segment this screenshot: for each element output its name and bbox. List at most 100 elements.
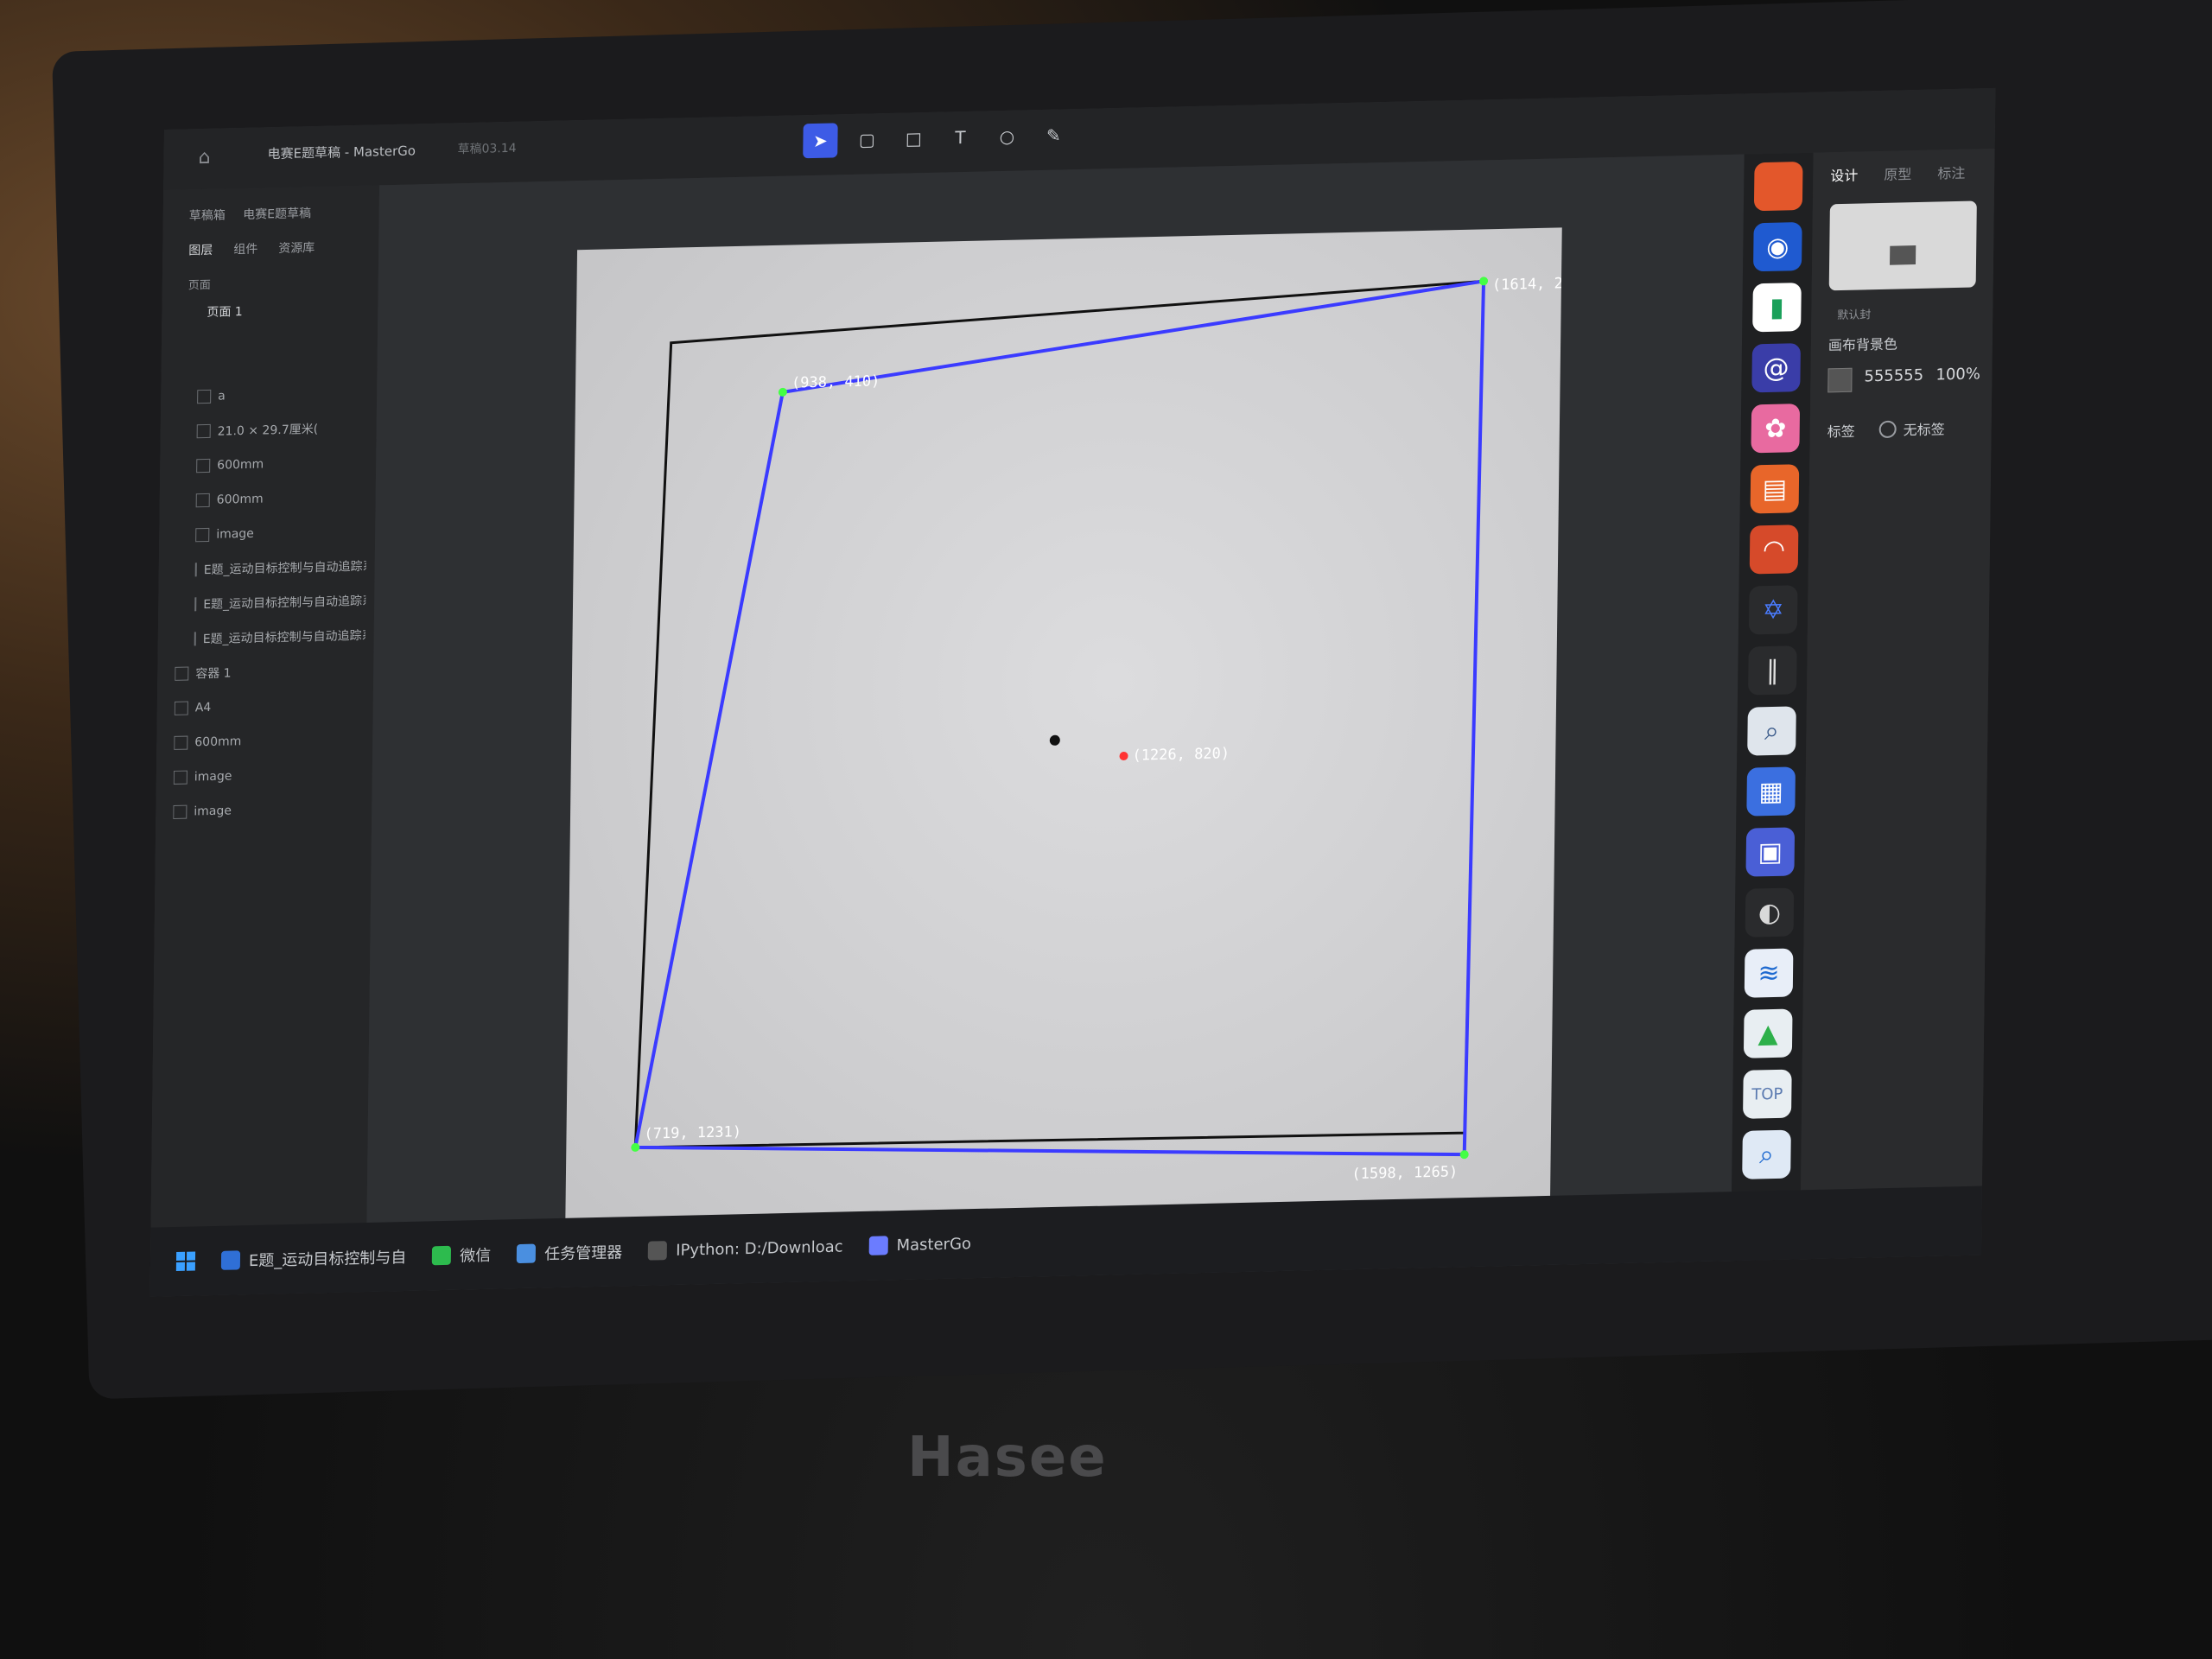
home-icon[interactable]: ⌂ — [198, 147, 219, 168]
design-canvas[interactable]: (1614, 293) (938, 410) (1226, 820) (719,… — [365, 154, 1745, 1293]
layer-item[interactable]: a — [178, 376, 368, 415]
layer-item[interactable]: A4 — [174, 687, 365, 726]
barcode-icon[interactable]: ∥ — [1748, 645, 1797, 696]
artboard[interactable]: (1614, 293) (938, 410) (1226, 820) (719,… — [565, 227, 1562, 1236]
tag-radio[interactable] — [1878, 420, 1897, 439]
window-title: 电赛E题草稿 - MasterGo — [267, 143, 416, 162]
image-layer-icon — [173, 804, 188, 819]
pen-tool-icon[interactable]: ✎ — [1036, 118, 1071, 153]
stack-icon[interactable]: ≋ — [1744, 948, 1794, 998]
layer-list: a 21.0 × 29.7厘米( 600mm 600mm image E题_运动… — [173, 376, 368, 830]
breadcrumb-drafts[interactable]: 草稿箱 — [189, 208, 226, 223]
frame-tool-icon[interactable]: ▢ — [849, 122, 884, 157]
preview-thumbnail — [1890, 245, 1916, 265]
reference-frame — [633, 279, 1485, 1149]
move-tool-icon[interactable]: ➤ — [803, 123, 838, 159]
bg-hex-input[interactable]: 555555 — [1864, 366, 1923, 386]
pages-label: 页面 — [188, 278, 211, 293]
properties-tabs: 设计 原型 标注 — [1830, 162, 1965, 186]
image-layer-icon — [194, 563, 197, 577]
qq-icon[interactable]: ◉ — [1753, 222, 1802, 272]
spiral-icon[interactable]: @ — [1751, 343, 1801, 393]
frame-icon — [174, 735, 188, 750]
layer-item[interactable]: E题_运动目标控制与自动追踪系... — [175, 618, 365, 657]
point-label: (1226, 820) — [1132, 745, 1230, 765]
taskbar-item[interactable]: MasterGo — [868, 1234, 971, 1255]
breadcrumb-file[interactable]: 电赛E题草稿 — [243, 207, 311, 222]
preset-label: 默认封 — [1837, 308, 1872, 323]
frame-icon — [197, 389, 212, 404]
image-layer-icon — [195, 527, 210, 543]
tab-annotate[interactable]: 标注 — [1937, 162, 1965, 183]
center-dot — [1049, 734, 1060, 746]
layer-item[interactable]: 600mm — [176, 480, 366, 518]
top-icon[interactable]: TOP — [1743, 1069, 1792, 1119]
wechat-icon — [432, 1245, 452, 1266]
terminal-icon — [648, 1241, 668, 1261]
layer-item[interactable]: 21.0 × 29.7厘米( — [177, 410, 367, 449]
app-icon — [220, 1250, 241, 1270]
magnifier-icon[interactable]: ⌕ — [1747, 706, 1796, 756]
point-marker — [631, 1142, 640, 1152]
search-doc-icon[interactable]: ⌕ — [1742, 1129, 1791, 1179]
mastergo-icon — [868, 1236, 888, 1255]
pinwheel-icon[interactable]: ✿ — [1751, 404, 1801, 454]
image-layer-icon — [194, 597, 197, 612]
layer-item[interactable]: E题_运动目标控制与自动追踪系... — [175, 583, 365, 622]
rainbow-icon[interactable]: ◠ — [1749, 524, 1799, 575]
layer-item[interactable]: E题_运动目标控制与自动追踪系... — [176, 549, 366, 588]
layer-item[interactable]: image — [173, 791, 363, 830]
canvas-bg-label: 画布背景色 — [1827, 335, 1898, 354]
taskbar-item[interactable]: E题_运动目标控制与自 — [220, 1245, 407, 1272]
android-icon[interactable]: ▲ — [1743, 1008, 1793, 1058]
laptop-brand-logo: Hasee — [907, 1426, 1108, 1490]
bg-opacity-input[interactable]: 100% — [1936, 365, 1980, 384]
tab-layers[interactable]: 图层 — [188, 241, 213, 259]
frame-tool-icon[interactable]: ▣ — [1745, 827, 1796, 877]
layers-orange-icon[interactable]: ▤ — [1750, 464, 1800, 514]
ellipse-tool-icon[interactable]: ○ — [989, 118, 1024, 154]
taskbar-item[interactable]: 微信 — [432, 1243, 491, 1268]
tab-design[interactable]: 设计 — [1830, 164, 1858, 186]
layer-item[interactable]: 600mm — [174, 721, 364, 760]
windows-start-icon[interactable] — [175, 1251, 196, 1272]
properties-panel: 设计 原型 标注 默认封 画布背景色 555555 100% 标签 无标签 — [1800, 148, 1995, 1260]
point-label: (1614, 293) — [1492, 275, 1562, 295]
panel-tabs: 图层 组件 资源库 — [188, 238, 315, 258]
layer-item[interactable]: 600mm — [177, 445, 367, 484]
point-label: (938, 410) — [791, 372, 880, 391]
tag-label: 标签 — [1827, 423, 1855, 441]
tab-prototype[interactable]: 原型 — [1884, 162, 1911, 184]
version-label: 草稿03.14 — [457, 141, 517, 157]
app-icon-1[interactable] — [1753, 161, 1803, 212]
point-marker — [1459, 1150, 1469, 1160]
text-tool-icon[interactable]: T — [943, 120, 977, 156]
palette-icon[interactable]: ◐ — [1745, 887, 1795, 938]
app-dock: ◉ ▮ @ ✿ ▤ ◠ ✡ ∥ ⌕ ▦ ▣ ◐ ≋ ▲ TOP ⌕ — [1731, 152, 1814, 1262]
taskbar-item[interactable]: 任务管理器 — [517, 1240, 622, 1265]
laptop-screen: ⌂ 电赛E题草稿 - MasterGo 草稿03.14 ➤ ▢ □ T ○ ✎ … — [149, 87, 1996, 1297]
task-manager-icon — [517, 1243, 537, 1264]
tag-value: 无标签 — [1903, 421, 1945, 439]
rectangle-tool-icon[interactable]: □ — [896, 121, 931, 156]
bg-color-swatch[interactable] — [1827, 367, 1853, 393]
page-item[interactable]: 页面 1 — [207, 302, 243, 321]
detected-quad — [632, 279, 1486, 1157]
point-label: (719, 1231) — [644, 1123, 741, 1143]
point-marker — [778, 387, 787, 397]
taskbar-item[interactable]: IPython: D:/Downloac — [648, 1237, 843, 1261]
preset-preview[interactable] — [1828, 200, 1977, 291]
text-layer-icon — [196, 458, 211, 474]
image-tool-icon[interactable]: ▦ — [1746, 766, 1796, 817]
detection-overlay: (1614, 293) (938, 410) (1226, 820) (719,… — [631, 275, 1562, 1183]
text-layer-icon — [195, 493, 210, 508]
star-of-david-icon[interactable]: ✡ — [1748, 585, 1798, 635]
chart-icon[interactable]: ▮ — [1752, 283, 1802, 333]
tab-assets[interactable]: 资源库 — [278, 238, 315, 257]
layer-item[interactable]: 容器 1 — [175, 652, 365, 691]
layer-item[interactable]: image — [176, 514, 366, 553]
frame-icon — [174, 701, 188, 715]
layer-item[interactable]: image — [173, 756, 364, 795]
container-icon — [175, 666, 189, 681]
tab-components[interactable]: 组件 — [233, 240, 257, 258]
